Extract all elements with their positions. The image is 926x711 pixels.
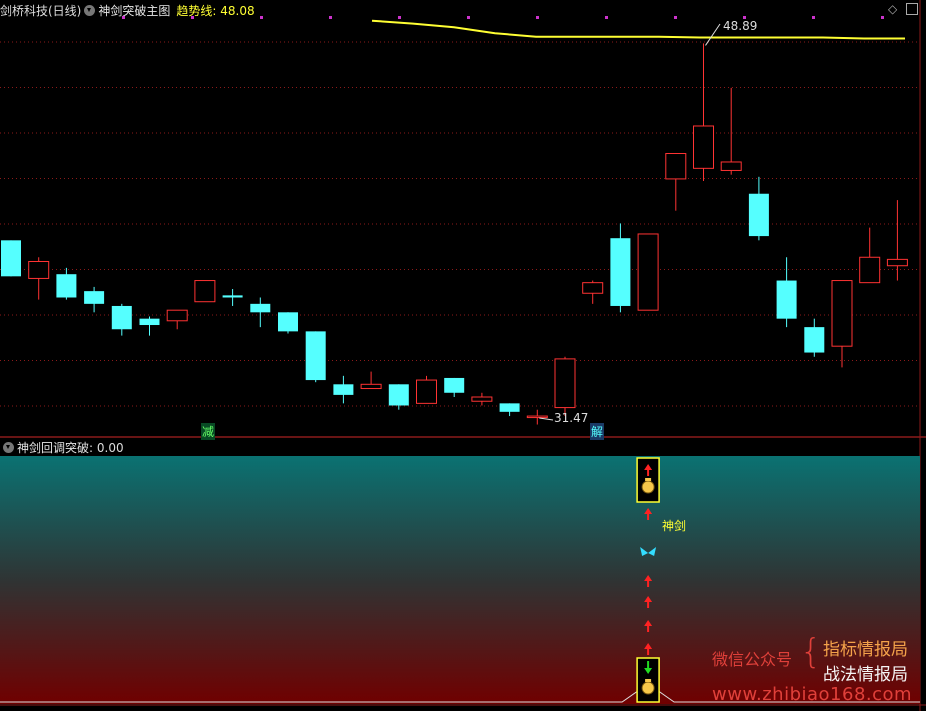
money-bag-tie	[645, 478, 652, 481]
sub-indicator-title[interactable]: 神剑回调突破	[17, 441, 89, 455]
marker-dot	[812, 16, 815, 19]
signal-jie-label: 解	[590, 423, 605, 440]
candle-body-down	[444, 377, 465, 393]
candle-body-up	[720, 161, 742, 171]
candle-body-down	[111, 305, 132, 330]
watermark-url: www.zhibiao168.com	[712, 684, 913, 705]
brace-glyph: {	[800, 632, 822, 672]
candle-body-down	[278, 312, 298, 332]
restore-box-icon[interactable]	[906, 3, 918, 15]
watermark-line1: 指标情报局	[823, 640, 908, 660]
money-bag-icon	[641, 480, 655, 494]
money-bag-icon	[641, 681, 655, 695]
candle-body-down	[1, 240, 21, 277]
marker-dot	[398, 16, 401, 19]
high-price-label: 48.89	[723, 19, 758, 33]
candle-body-up	[859, 256, 881, 284]
candle-body-up	[693, 125, 714, 169]
candle-body-up	[28, 260, 50, 279]
marker-dot	[674, 16, 677, 19]
wechat-label: 微信公众号	[712, 650, 793, 669]
candle-body-up	[194, 280, 216, 303]
candle-body-up	[582, 282, 604, 294]
candle-body-down	[748, 193, 769, 237]
candle-body-down	[139, 318, 160, 326]
main-price-chart	[0, 0, 926, 711]
shenjian-label: 神剑	[662, 519, 687, 533]
candle-body-up	[831, 280, 853, 347]
marker-dot	[605, 16, 608, 19]
candle-body-up	[637, 233, 659, 311]
candle-body-up	[471, 396, 493, 402]
candle-body-up	[665, 153, 687, 180]
marker-dot	[536, 16, 539, 19]
candle-body-down	[804, 327, 825, 353]
candle-body-up	[416, 379, 437, 404]
trend-value: 48.08	[220, 4, 255, 18]
dropdown-icon[interactable]	[3, 442, 14, 453]
candle-body-down	[56, 274, 77, 298]
dropdown-icon[interactable]	[84, 5, 96, 16]
stock-title[interactable]: 剑桥科技(日线)	[0, 4, 81, 18]
trend-line-path	[371, 19, 905, 40]
marker-dot	[260, 16, 263, 19]
candle-body-down	[84, 291, 105, 304]
watermark-line2: 战法情报局	[823, 665, 908, 685]
candle-body-down	[610, 238, 631, 306]
candle-body-up	[554, 358, 576, 409]
candle-body-down	[499, 403, 520, 412]
trend-label: 趋势线:	[176, 4, 217, 18]
candle-body-down	[333, 384, 354, 395]
main-indicator-title[interactable]: 神剑突破主图	[98, 4, 170, 18]
money-bag-tie	[645, 679, 652, 682]
candle-body-down	[222, 295, 243, 298]
candle-body-down	[305, 331, 326, 381]
trend-line	[371, 19, 905, 40]
chart-window: { "header": { "stock_title": "剑桥科技(日线)",…	[0, 0, 926, 711]
marker-dot	[467, 16, 470, 19]
candle-body-up	[886, 258, 908, 267]
low-price-label: 31.47	[554, 411, 589, 425]
candle-body-up	[360, 383, 382, 390]
candle-body-down	[388, 384, 409, 406]
candle-body-up	[166, 309, 188, 322]
diamond-icon[interactable]: ◇	[888, 2, 897, 16]
low-pointer	[539, 417, 554, 421]
sub-indicator-value: : 0.00	[89, 441, 124, 455]
candle-body-up	[526, 415, 548, 419]
marker-dot	[881, 16, 884, 19]
candle-body-down	[776, 280, 797, 319]
candle-body-down	[250, 303, 271, 313]
marker-dot	[329, 16, 332, 19]
signal-jian-label: 减	[201, 423, 216, 440]
